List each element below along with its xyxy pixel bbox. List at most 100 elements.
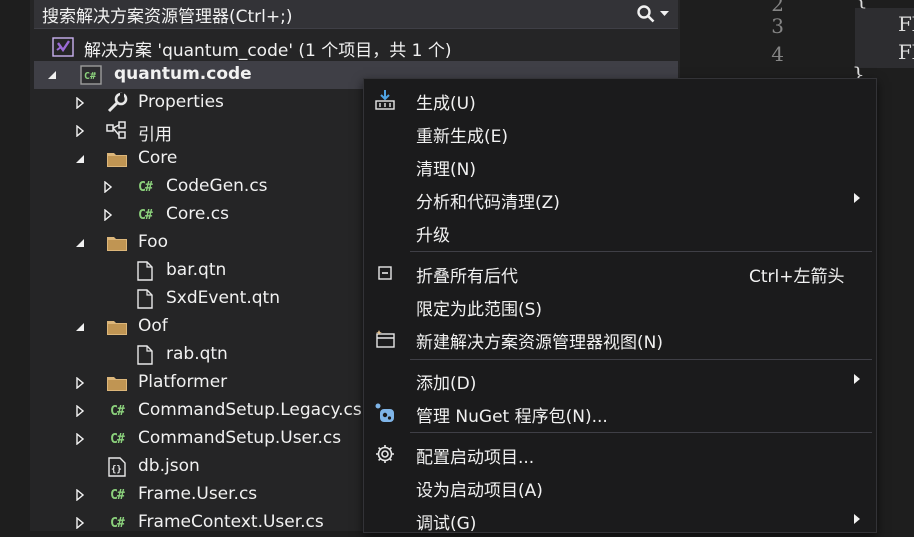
menu-item-label: 清理(N) [416, 160, 476, 180]
nuget-icon [374, 402, 396, 424]
menu-item-label: 设为启动项目(A) [416, 481, 543, 501]
file-icon [134, 344, 156, 366]
tree-item-label: bar.qtn [166, 260, 227, 280]
folder-icon [106, 316, 128, 338]
folder-icon [106, 372, 128, 394]
menu-item-analyze-code-cleanup[interactable]: 分析和代码清理(Z) [364, 183, 876, 215]
tree-item-label: CommandSetup.User.cs [138, 428, 342, 448]
expanded-chevron-icon[interactable] [74, 320, 86, 334]
tree-file-codegen[interactable]: C# CodeGen.cs [34, 173, 364, 201]
tree-file-frame-user[interactable]: C# Frame.User.cs [34, 481, 364, 509]
menu-item-add[interactable]: 添加(D) [364, 364, 876, 396]
tree-item-label: Core [138, 148, 178, 168]
search-icon [636, 5, 654, 23]
csharp-file-icon: C# [138, 179, 153, 195]
tree-file-rab-qtn[interactable]: rab.qtn [34, 341, 364, 369]
search-bar[interactable]: 搜索解决方案资源管理器(Ctrl+;) [34, 0, 678, 29]
file-icon [134, 260, 156, 282]
menu-item-scope-to-this[interactable]: 限定为此范围(S) [364, 290, 876, 322]
tree-item-label: Core.cs [166, 204, 229, 224]
collapsed-chevron-icon[interactable] [74, 404, 86, 418]
tree-item-label: Oof [138, 316, 168, 336]
tree-item-label: Foo [138, 232, 168, 252]
collapsed-chevron-icon[interactable] [102, 180, 114, 194]
menu-item-manage-nuget[interactable]: 管理 NuGet 程序包(N)... [364, 397, 876, 429]
menu-item-label: 调试(G) [416, 514, 477, 534]
menu-item-rebuild[interactable]: 重新生成(E) [364, 117, 876, 149]
csharp-project-icon: C# [80, 64, 102, 86]
tree-file-core[interactable]: C# Core.cs [34, 201, 364, 229]
collapsed-chevron-icon[interactable] [74, 124, 86, 138]
menu-item-label: 管理 NuGet 程序包(N)... [416, 407, 608, 427]
project-label: quantum.code [114, 64, 252, 84]
svg-text:{}: {} [111, 465, 122, 475]
collapsed-chevron-icon[interactable] [74, 96, 86, 110]
menu-item-collapse-all-descendants[interactable]: 折叠所有后代 Ctrl+左箭头 [364, 257, 876, 289]
new-view-icon [374, 328, 396, 350]
search-button[interactable] [634, 2, 670, 26]
menu-separator [410, 359, 872, 360]
tree-file-commandsetup-user[interactable]: C# CommandSetup.User.cs [34, 425, 364, 453]
tree-item-label: 引用 [138, 125, 172, 145]
menu-item-label: 生成(U) [416, 94, 476, 114]
collapsed-chevron-icon[interactable] [74, 516, 86, 530]
expanded-chevron-icon[interactable] [74, 152, 86, 166]
tree-file-commandsetup-legacy[interactable]: C# CommandSetup.Legacy.cs [34, 397, 364, 425]
menu-separator [410, 432, 872, 433]
code-editor-fragment: 2 3 4 { Fl Fl } [722, 0, 914, 86]
context-menu: 生成(U) 重新生成(E) 清理(N) 分析和代码清理(Z) 升级 折叠所有后代… [363, 78, 877, 536]
menu-separator [410, 251, 872, 252]
tree-item-label: Platformer [138, 372, 228, 392]
menu-item-label: 升级 [416, 226, 450, 246]
solution-label: 解决方案 'quantum_code' (1 个项目，共 1 个) [84, 41, 452, 61]
file-icon [134, 288, 156, 310]
expanded-chevron-icon[interactable] [74, 236, 86, 250]
folder-icon [106, 148, 128, 170]
collapsed-chevron-icon[interactable] [102, 208, 114, 222]
csharp-file-icon: C# [110, 431, 125, 447]
tree-item-properties[interactable]: Properties [34, 89, 364, 117]
tree-item-label: FrameContext.User.cs [138, 512, 324, 532]
tree-item-label: CommandSetup.Legacy.cs [138, 400, 362, 420]
menu-item-label: 新建解决方案资源管理器视图(N) [416, 333, 663, 353]
tree-folder-core[interactable]: Core [34, 145, 364, 173]
tree-file-framecontext-user[interactable]: C# FrameContext.User.cs [34, 509, 364, 537]
menu-item-debug[interactable]: 调试(G) [364, 504, 876, 536]
tree-item-label: Properties [138, 92, 224, 112]
visual-studio-solution-icon [52, 36, 74, 58]
expanded-chevron-icon[interactable] [46, 68, 58, 82]
solution-node[interactable]: 解决方案 'quantum_code' (1 个项目，共 1 个) [34, 33, 674, 61]
menu-item-label: 分析和代码清理(Z) [416, 193, 560, 213]
csharp-file-icon: C# [110, 403, 125, 419]
collapsed-chevron-icon[interactable] [74, 376, 86, 390]
menu-item-new-solution-explorer-view[interactable]: 新建解决方案资源管理器视图(N) [364, 323, 876, 355]
menu-item-clean[interactable]: 清理(N) [364, 150, 876, 182]
menu-item-label: 折叠所有后代 [416, 267, 518, 287]
code-line: { [855, 0, 868, 10]
menu-item-shortcut: Ctrl+左箭头 [749, 267, 845, 287]
tree-item-label: SxdEvent.qtn [166, 288, 280, 308]
tree-item-label: rab.qtn [166, 344, 228, 364]
build-icon [374, 89, 396, 111]
tree-file-sxdevent-qtn[interactable]: SxdEvent.qtn [34, 285, 364, 313]
menu-item-set-startup-project[interactable]: 设为启动项目(A) [364, 471, 876, 503]
menu-item-upgrade[interactable]: 升级 [364, 216, 876, 248]
collapsed-chevron-icon[interactable] [74, 432, 86, 446]
gear-icon [374, 443, 396, 465]
search-input[interactable]: 搜索解决方案资源管理器(Ctrl+;) [42, 2, 292, 27]
tree-folder-platformer[interactable]: Platformer [34, 369, 364, 397]
collapse-icon [374, 262, 396, 284]
wrench-icon [106, 92, 128, 114]
menu-item-configure-startup[interactable]: 配置启动项目... [364, 438, 876, 470]
submenu-arrow-icon [854, 374, 860, 384]
tree-file-bar-qtn[interactable]: bar.qtn [34, 257, 364, 285]
menu-item-build[interactable]: 生成(U) [364, 84, 876, 116]
collapsed-chevron-icon[interactable] [74, 488, 86, 502]
tree-folder-foo[interactable]: Foo [34, 229, 364, 257]
tree-file-db-json[interactable]: {} db.json [34, 453, 364, 481]
tree-item-references[interactable]: 引用 [34, 117, 364, 145]
tree-folder-oof[interactable]: Oof [34, 313, 364, 341]
csharp-file-icon: C# [138, 207, 153, 223]
line-number: 4 [771, 42, 784, 66]
menu-item-label: 限定为此范围(S) [416, 300, 543, 320]
